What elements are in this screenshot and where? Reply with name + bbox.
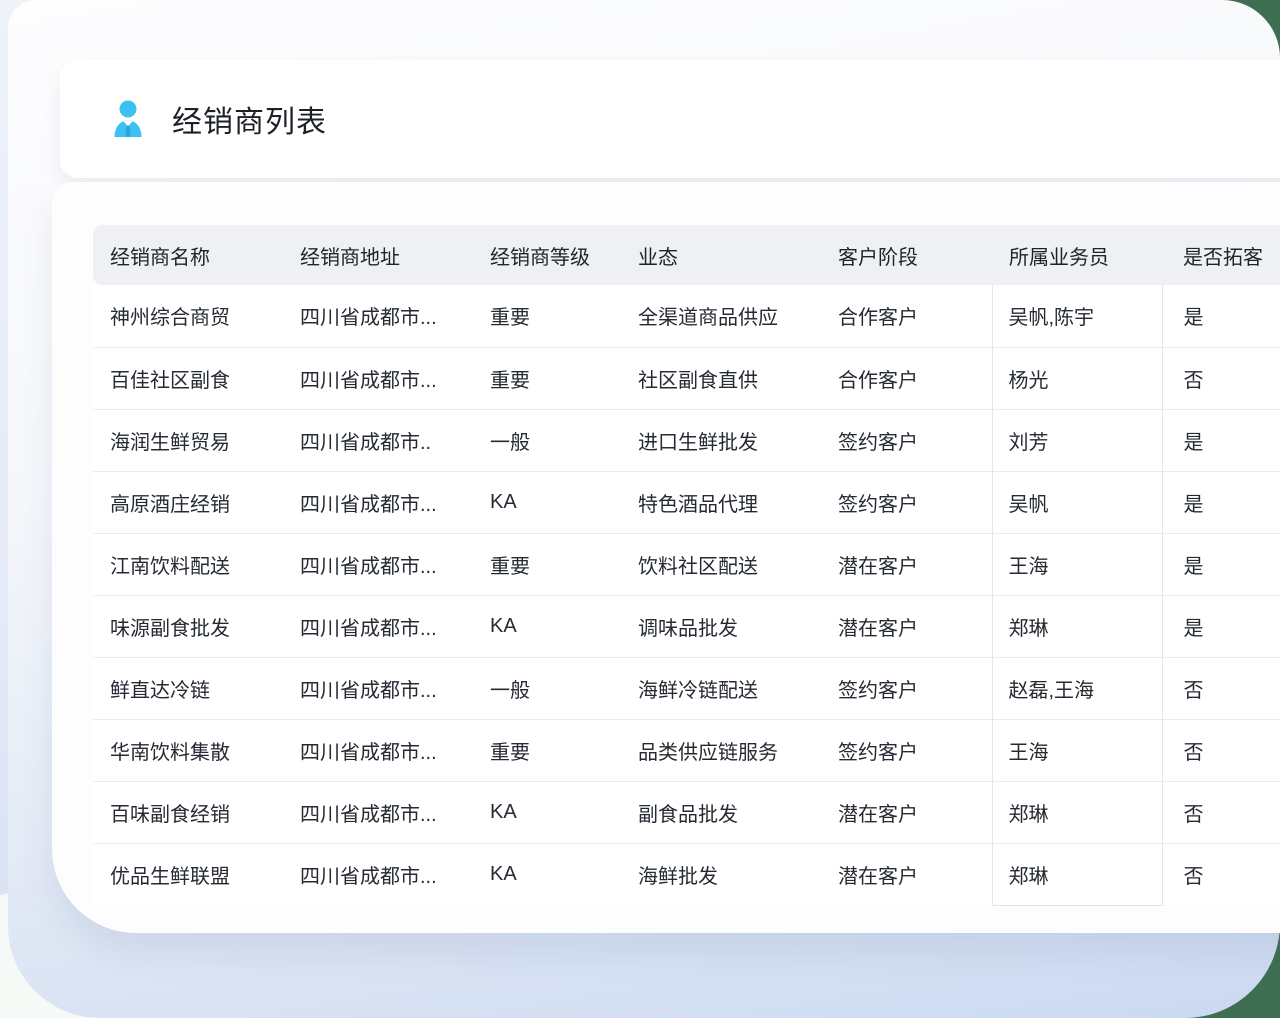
cell-name[interactable]: 味源副食批发 <box>93 595 283 657</box>
cell-expand-customer[interactable]: 否 <box>1162 781 1280 843</box>
cell-name[interactable]: 鲜直达冷链 <box>93 657 283 719</box>
cell-expand-customer[interactable]: 是 <box>1162 409 1280 471</box>
cell-name[interactable]: 百佳社区副食 <box>93 347 283 409</box>
distributor-table: 经销商名称 经销商地址 经销商等级 业态 客户阶段 所属业务员 是否拓客 神州综… <box>93 225 1280 906</box>
cell-business-type[interactable]: 副食品批发 <box>621 781 821 843</box>
cell-address[interactable]: 四川省成都市... <box>283 781 473 843</box>
column-header-salesperson[interactable]: 所属业务员 <box>992 225 1162 285</box>
column-header-name[interactable]: 经销商名称 <box>93 225 283 285</box>
cell-business-type[interactable]: 社区副食直供 <box>621 347 821 409</box>
table-row: 鲜直达冷链 四川省成都市... 一般 海鲜冷链配送 签约客户 赵磊,王海 否 <box>93 657 1280 719</box>
cell-address[interactable]: 四川省成都市... <box>283 657 473 719</box>
cell-level[interactable]: 一般 <box>473 409 621 471</box>
cell-salesperson[interactable]: 赵磊,王海 <box>992 657 1162 719</box>
table-card: 经销商名称 经销商地址 经销商等级 业态 客户阶段 所属业务员 是否拓客 神州综… <box>52 182 1280 933</box>
cell-business-type[interactable]: 饮料社区配送 <box>621 533 821 595</box>
cell-level[interactable]: 重要 <box>473 285 621 347</box>
cell-address[interactable]: 四川省成都市... <box>283 843 473 905</box>
cell-salesperson[interactable]: 杨光 <box>992 347 1162 409</box>
cell-customer-stage[interactable]: 潜在客户 <box>821 595 992 657</box>
cell-business-type[interactable]: 品类供应链服务 <box>621 719 821 781</box>
cell-customer-stage[interactable]: 潜在客户 <box>821 533 992 595</box>
column-header-address[interactable]: 经销商地址 <box>283 225 473 285</box>
cell-business-type[interactable]: 全渠道商品供应 <box>621 285 821 347</box>
table-row: 优品生鲜联盟 四川省成都市... KA 海鲜批发 潜在客户 郑琳 否 <box>93 843 1280 905</box>
cell-expand-customer[interactable]: 否 <box>1162 719 1280 781</box>
cell-address[interactable]: 四川省成都市... <box>283 285 473 347</box>
cell-address[interactable]: 四川省成都市... <box>283 533 473 595</box>
cell-address[interactable]: 四川省成都市... <box>283 719 473 781</box>
cell-business-type[interactable]: 特色酒品代理 <box>621 471 821 533</box>
cell-name[interactable]: 优品生鲜联盟 <box>93 843 283 905</box>
cell-address[interactable]: 四川省成都市... <box>283 595 473 657</box>
cell-expand-customer[interactable]: 是 <box>1162 285 1280 347</box>
table-row: 海润生鲜贸易 四川省成都市.. 一般 进口生鲜批发 签约客户 刘芳 是 <box>93 409 1280 471</box>
table-row: 华南饮料集散 四川省成都市... 重要 品类供应链服务 签约客户 王海 否 <box>93 719 1280 781</box>
cell-business-type[interactable]: 海鲜冷链配送 <box>621 657 821 719</box>
cell-customer-stage[interactable]: 合作客户 <box>821 285 992 347</box>
cell-salesperson[interactable]: 吴帆,陈宇 <box>992 285 1162 347</box>
cell-address[interactable]: 四川省成都市.. <box>283 409 473 471</box>
column-header-expand-customer[interactable]: 是否拓客 <box>1162 225 1280 285</box>
cell-address[interactable]: 四川省成都市... <box>283 471 473 533</box>
cell-customer-stage[interactable]: 潜在客户 <box>821 843 992 905</box>
table-header-row: 经销商名称 经销商地址 经销商等级 业态 客户阶段 所属业务员 是否拓客 <box>93 225 1280 285</box>
cell-level[interactable]: 重要 <box>473 533 621 595</box>
page-title: 经销商列表 <box>172 97 327 141</box>
table-row: 江南饮料配送 四川省成都市... 重要 饮料社区配送 潜在客户 王海 是 <box>93 533 1280 595</box>
table-row: 神州综合商贸 四川省成都市... 重要 全渠道商品供应 合作客户 吴帆,陈宇 是 <box>93 285 1280 347</box>
cell-salesperson[interactable]: 刘芳 <box>992 409 1162 471</box>
cell-level[interactable]: KA <box>473 471 621 533</box>
cell-business-type[interactable]: 海鲜批发 <box>621 843 821 905</box>
table-row: 味源副食批发 四川省成都市... KA 调味品批发 潜在客户 郑琳 是 <box>93 595 1280 657</box>
cell-salesperson[interactable]: 郑琳 <box>992 843 1162 905</box>
cell-name[interactable]: 百味副食经销 <box>93 781 283 843</box>
table-row: 百味副食经销 四川省成都市... KA 副食品批发 潜在客户 郑琳 否 <box>93 781 1280 843</box>
cell-expand-customer[interactable]: 否 <box>1162 657 1280 719</box>
cell-salesperson[interactable]: 吴帆 <box>992 471 1162 533</box>
cell-customer-stage[interactable]: 签约客户 <box>821 471 992 533</box>
table-row: 高原酒庄经销 四川省成都市... KA 特色酒品代理 签约客户 吴帆 是 <box>93 471 1280 533</box>
cell-salesperson[interactable]: 王海 <box>992 719 1162 781</box>
cell-salesperson[interactable]: 郑琳 <box>992 781 1162 843</box>
cell-level[interactable]: 重要 <box>473 347 621 409</box>
cell-business-type[interactable]: 调味品批发 <box>621 595 821 657</box>
column-header-level[interactable]: 经销商等级 <box>473 225 621 285</box>
cell-customer-stage[interactable]: 签约客户 <box>821 657 992 719</box>
title-card: 经销商列表 <box>60 60 1280 178</box>
cell-customer-stage[interactable]: 签约客户 <box>821 409 992 471</box>
cell-expand-customer[interactable]: 否 <box>1162 843 1280 905</box>
cell-salesperson[interactable]: 王海 <box>992 533 1162 595</box>
cell-expand-customer[interactable]: 否 <box>1162 347 1280 409</box>
column-header-customer-stage[interactable]: 客户阶段 <box>821 225 992 285</box>
cell-customer-stage[interactable]: 潜在客户 <box>821 781 992 843</box>
cell-name[interactable]: 高原酒庄经销 <box>93 471 283 533</box>
cell-name[interactable]: 华南饮料集散 <box>93 719 283 781</box>
person-icon <box>113 99 143 139</box>
table-row: 百佳社区副食 四川省成都市... 重要 社区副食直供 合作客户 杨光 否 <box>93 347 1280 409</box>
cell-address[interactable]: 四川省成都市... <box>283 347 473 409</box>
cell-expand-customer[interactable]: 是 <box>1162 471 1280 533</box>
cell-level[interactable]: KA <box>473 843 621 905</box>
cell-expand-customer[interactable]: 是 <box>1162 533 1280 595</box>
cell-expand-customer[interactable]: 是 <box>1162 595 1280 657</box>
cell-level[interactable]: KA <box>473 781 621 843</box>
column-header-business-type[interactable]: 业态 <box>621 225 821 285</box>
cell-customer-stage[interactable]: 合作客户 <box>821 347 992 409</box>
cell-name[interactable]: 神州综合商贸 <box>93 285 283 347</box>
cell-name[interactable]: 海润生鲜贸易 <box>93 409 283 471</box>
cell-level[interactable]: 重要 <box>473 719 621 781</box>
cell-level[interactable]: KA <box>473 595 621 657</box>
cell-name[interactable]: 江南饮料配送 <box>93 533 283 595</box>
cell-business-type[interactable]: 进口生鲜批发 <box>621 409 821 471</box>
cell-level[interactable]: 一般 <box>473 657 621 719</box>
cell-customer-stage[interactable]: 签约客户 <box>821 719 992 781</box>
cell-salesperson[interactable]: 郑琳 <box>992 595 1162 657</box>
